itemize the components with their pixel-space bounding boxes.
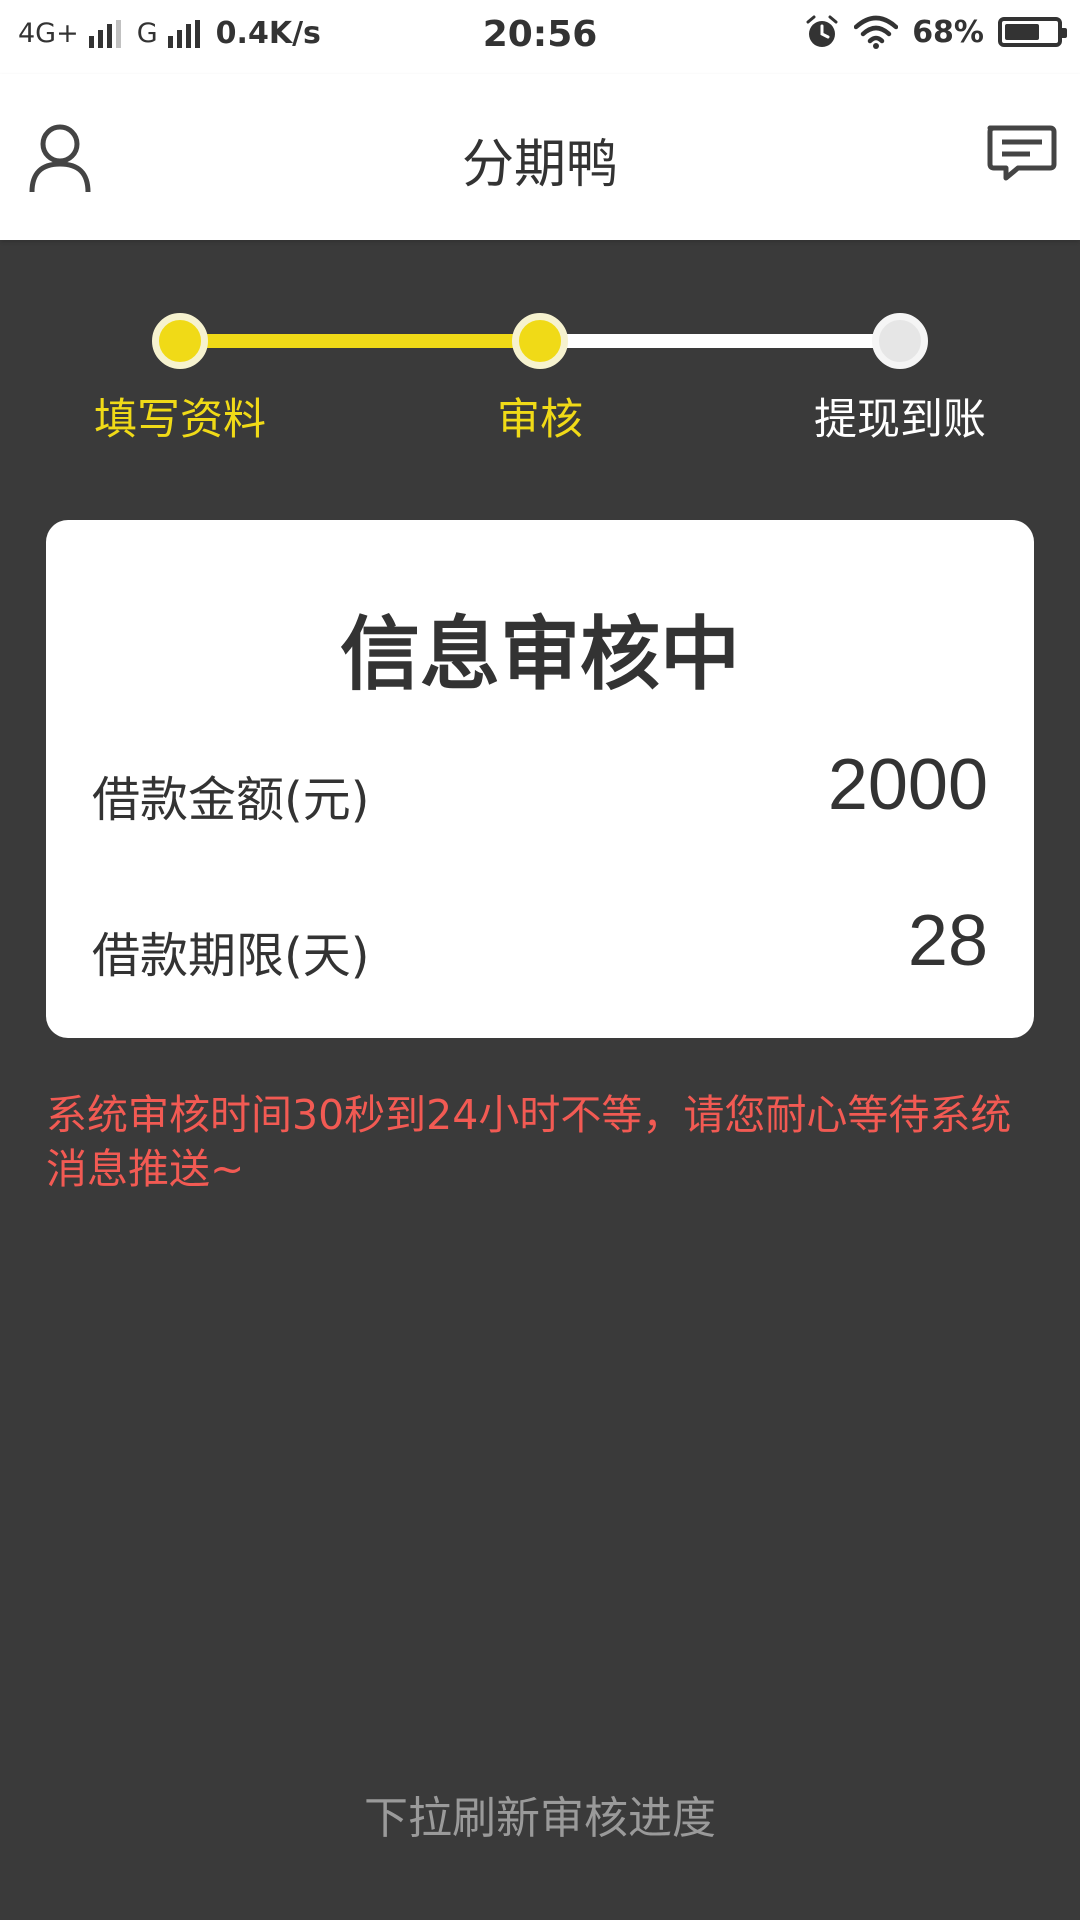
status-bar: 4G+ G 0.4K/s 20:56 68% — [0, 0, 1080, 74]
wifi-icon — [854, 15, 899, 49]
step-label-review: 审核 — [497, 395, 583, 445]
step-line-2 — [540, 334, 900, 348]
message-button[interactable] — [980, 116, 1060, 196]
loan-term-value: 28 — [907, 901, 988, 981]
app-bar: 分期鸭 — [0, 74, 1080, 240]
alarm-icon — [806, 15, 838, 47]
battery-percent: 68% — [912, 14, 984, 50]
review-card: 信息审核中 借款金额(元) 2000 借款期限(天) 28 — [46, 520, 1034, 1038]
step-label-withdraw: 提现到账 — [814, 395, 986, 445]
step-dot-3 — [872, 313, 928, 369]
review-status-title: 信息审核中 — [340, 608, 740, 701]
loan-amount-label: 借款金额(元) — [92, 772, 370, 828]
pull-refresh-hint: 下拉刷新审核进度 — [364, 1793, 716, 1844]
battery-icon — [998, 17, 1067, 47]
status-right: 68% — [804, 14, 1067, 50]
loan-term-label: 借款期限(天) — [92, 928, 370, 984]
step-line-1 — [180, 334, 540, 348]
page-title: 分期鸭 — [461, 135, 618, 195]
loan-amount-value: 2000 — [827, 745, 988, 825]
message-icon — [987, 125, 1057, 181]
review-time-notice: 系统审核时间30秒到24小时不等，请您耐心等待系统消息推送~ — [46, 1091, 1012, 1193]
step-label-fill-info: 填写资料 — [94, 395, 266, 445]
step-dot-2 — [512, 313, 568, 369]
step-dot-1 — [152, 313, 208, 369]
